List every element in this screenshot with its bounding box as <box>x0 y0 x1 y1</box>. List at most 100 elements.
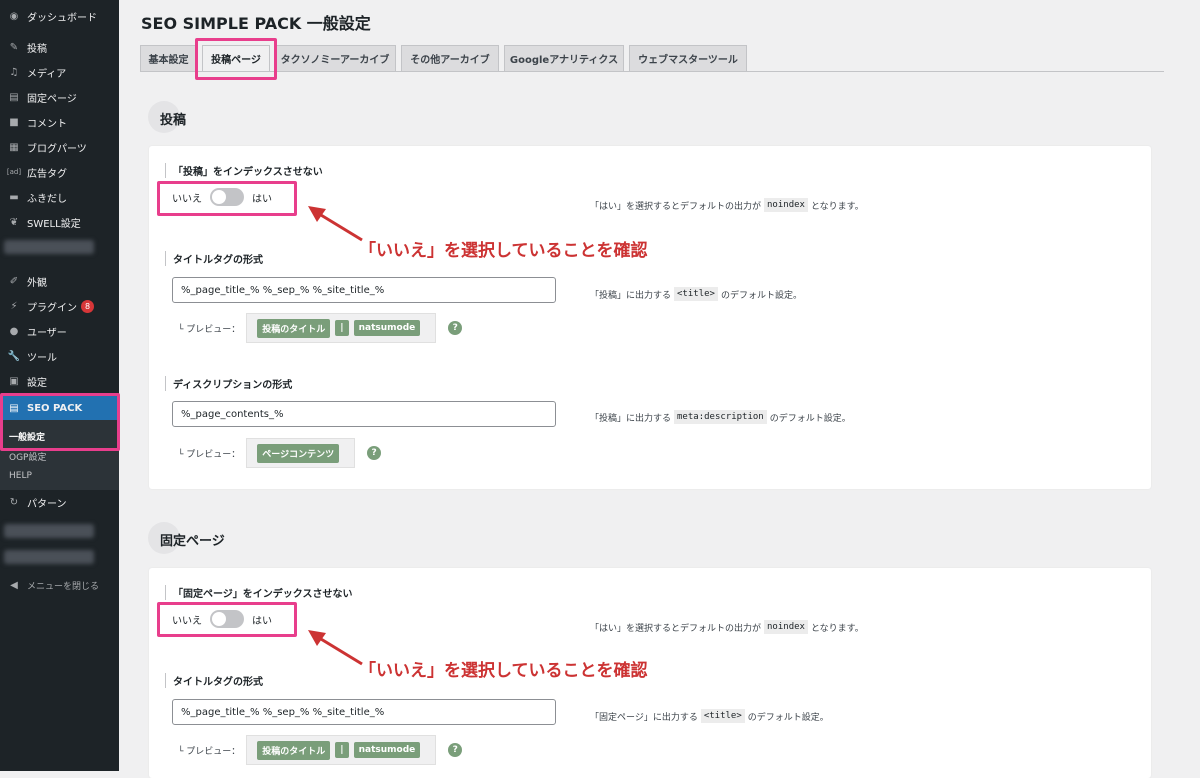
description-format-input[interactable]: %_page_contents_% <box>172 401 556 427</box>
help-text: のデフォルト設定。 <box>747 712 829 723</box>
help-text: 「はい」を選択するとデフォルトの出力が <box>590 623 762 634</box>
help-icon[interactable]: ? <box>448 321 463 335</box>
help-code: <title> <box>674 287 718 301</box>
sidebar-item-patterns[interactable]: ↻ パターン <box>0 490 119 514</box>
arrow-head <box>308 206 326 222</box>
preview-chip: ページコンテンツ <box>257 443 340 463</box>
tool-icon: 🔧 <box>7 350 21 362</box>
appearance-icon: ✐ <box>9 275 19 287</box>
tab-divider <box>140 71 1164 72</box>
sidebar-item-users[interactable]: ● ユーザー <box>0 319 119 343</box>
collapse-menu-button[interactable]: ◀ メニューを閉じる <box>0 573 119 597</box>
help-text: 「投稿」に出力する <box>590 290 672 301</box>
tab-google-analytics[interactable]: Googleアナリティクス <box>504 45 624 71</box>
title-preview-box: 投稿のタイトル | natsumode <box>246 313 437 343</box>
arrow-line <box>315 210 363 242</box>
arrow-line <box>315 634 363 666</box>
tab-webmaster-tools[interactable]: ウェブマスターツール <box>629 45 747 71</box>
title-preview-box: 投稿のタイトル | natsumode <box>246 735 437 765</box>
help-text: 「固定ページ」に出力する <box>590 712 698 723</box>
collapse-icon: ◀ <box>10 579 18 591</box>
heading-text: 投稿 <box>160 113 187 128</box>
description-preview-box: ページコンテンツ <box>246 438 356 468</box>
preview-chip: natsumode <box>353 320 421 336</box>
highlight-post-tab <box>195 38 277 80</box>
help-text: のデフォルト設定。 <box>769 413 851 424</box>
preview-label: └ プレビュー： <box>178 449 241 460</box>
swell-icon: ❦ <box>9 216 19 228</box>
title-preview-row: └ プレビュー： 投稿のタイトル | natsumode ? <box>178 313 463 343</box>
noindex-help: 「はい」を選択するとデフォルトの出力が noindex となります。 <box>590 620 864 634</box>
tab-basic-settings[interactable]: 基本設定 <box>140 45 197 71</box>
heading-text: 固定ページ <box>160 534 225 549</box>
help-icon[interactable]: ? <box>367 446 382 460</box>
tab-other-archive[interactable]: その他アーカイブ <box>401 45 499 71</box>
sidebar-item-plugins[interactable]: ⚡ プラグイン 8 <box>0 294 119 318</box>
sidebar-item-appearance[interactable]: ✐ 外観 <box>0 269 119 293</box>
preview-label: └ プレビュー： <box>178 324 241 335</box>
pages-settings-card: 「固定ページ」をインデックスさせない いいえ はい 「はい」を選択するとデフォル… <box>149 568 1151 778</box>
description-format-label: ディスクリプションの形式 <box>165 376 292 391</box>
title-format-input[interactable]: %_page_title_% %_sep_% %_site_title_% <box>172 699 556 725</box>
highlight-noindex-toggle <box>157 602 297 637</box>
sidebar-item-blog-parts[interactable]: ▦ ブログパーツ <box>0 135 119 159</box>
title-format-label: タイトルタグの形式 <box>165 673 263 688</box>
help-text: 「投稿」に出力する <box>590 413 672 424</box>
highlight-seo-pack <box>0 393 120 451</box>
preview-chip: | <box>335 320 349 336</box>
help-text: となります。 <box>810 623 864 634</box>
title-preview-row: └ プレビュー： 投稿のタイトル | natsumode ? <box>178 735 463 765</box>
help-text: のデフォルト設定。 <box>720 290 802 301</box>
blocks-icon: ▦ <box>9 141 19 153</box>
annotation-text: 「いいえ」を選択していることを確認 <box>359 241 648 261</box>
help-icon[interactable]: ? <box>448 743 463 757</box>
description-preview-row: └ プレビュー： ページコンテンツ ? <box>178 438 382 468</box>
preview-label: └ プレビュー： <box>178 746 241 757</box>
highlight-noindex-toggle <box>157 181 297 216</box>
settings-icon: ▣ <box>9 375 19 387</box>
pattern-icon: ↻ <box>9 496 19 508</box>
preview-chip: | <box>335 742 349 758</box>
blurred-item <box>4 240 94 254</box>
help-code: noindex <box>764 620 808 634</box>
ad-icon: [ad] <box>6 168 22 176</box>
preview-chip: 投稿のタイトル <box>257 740 331 760</box>
page-title: SEO SIMPLE PACK 一般設定 <box>141 14 371 33</box>
title-help: 「固定ページ」に出力する <title> のデフォルト設定。 <box>590 709 829 723</box>
annotation-text: 「いいえ」を選択していることを確認 <box>359 661 648 681</box>
sidebar-item-pages[interactable]: ▤ 固定ページ <box>0 85 119 109</box>
annotation-arrow <box>308 630 363 666</box>
help-code: <title> <box>700 709 745 723</box>
sidebar-item-tools[interactable]: 🔧 ツール <box>0 344 119 368</box>
media-icon: ♫ <box>9 66 19 78</box>
title-format-input[interactable]: %_page_title_% %_sep_% %_site_title_% <box>172 277 556 303</box>
submenu-help[interactable]: HELP <box>9 471 32 481</box>
sidebar-item-media[interactable]: ♫ メディア <box>0 60 119 84</box>
help-code: noindex <box>764 198 808 212</box>
help-code: meta:description <box>674 410 767 424</box>
submenu-ogp-settings[interactable]: OGP設定 <box>9 450 47 463</box>
sidebar-item-swell-settings[interactable]: ❦ SWELL設定 <box>0 210 119 234</box>
preview-chip: natsumode <box>353 742 421 758</box>
sidebar-item-dashboard[interactable]: ◉ ダッシュボード <box>0 4 119 28</box>
sidebar-item-comments[interactable]: ■ コメント <box>0 110 119 134</box>
description-help: 「投稿」に出力する meta:description のデフォルト設定。 <box>590 410 851 424</box>
preview-chip: 投稿のタイトル <box>257 318 331 338</box>
sidebar-item-settings[interactable]: ▣ 設定 <box>0 369 119 393</box>
help-text: となります。 <box>810 201 864 212</box>
annotation-arrow <box>308 206 363 242</box>
update-count-badge: 8 <box>81 299 94 313</box>
bubble-icon: ▬ <box>9 191 19 203</box>
tab-taxonomy-archive[interactable]: タクソノミーアーカイブ <box>274 45 396 71</box>
help-text: 「はい」を選択するとデフォルトの出力が <box>590 201 762 212</box>
sidebar-item-posts[interactable]: ✎ 投稿 <box>0 35 119 59</box>
user-icon: ● <box>9 325 19 337</box>
sidebar-item-ad-tag[interactable]: [ad] 広告タグ <box>0 160 119 184</box>
comment-icon: ■ <box>9 116 19 128</box>
admin-sidebar: ◉ ダッシュボード ✎ 投稿 ♫ メディア ▤ 固定ページ ■ コメント ▦ ブログパーツ … <box>0 0 119 771</box>
sidebar-item-balloon[interactable]: ▬ ふきだし <box>0 185 119 209</box>
noindex-label: 「投稿」をインデックスさせない <box>165 163 323 178</box>
page-icon: ▤ <box>9 91 19 103</box>
noindex-help: 「はい」を選択するとデフォルトの出力が noindex となります。 <box>590 198 864 212</box>
blurred-item <box>4 524 94 538</box>
